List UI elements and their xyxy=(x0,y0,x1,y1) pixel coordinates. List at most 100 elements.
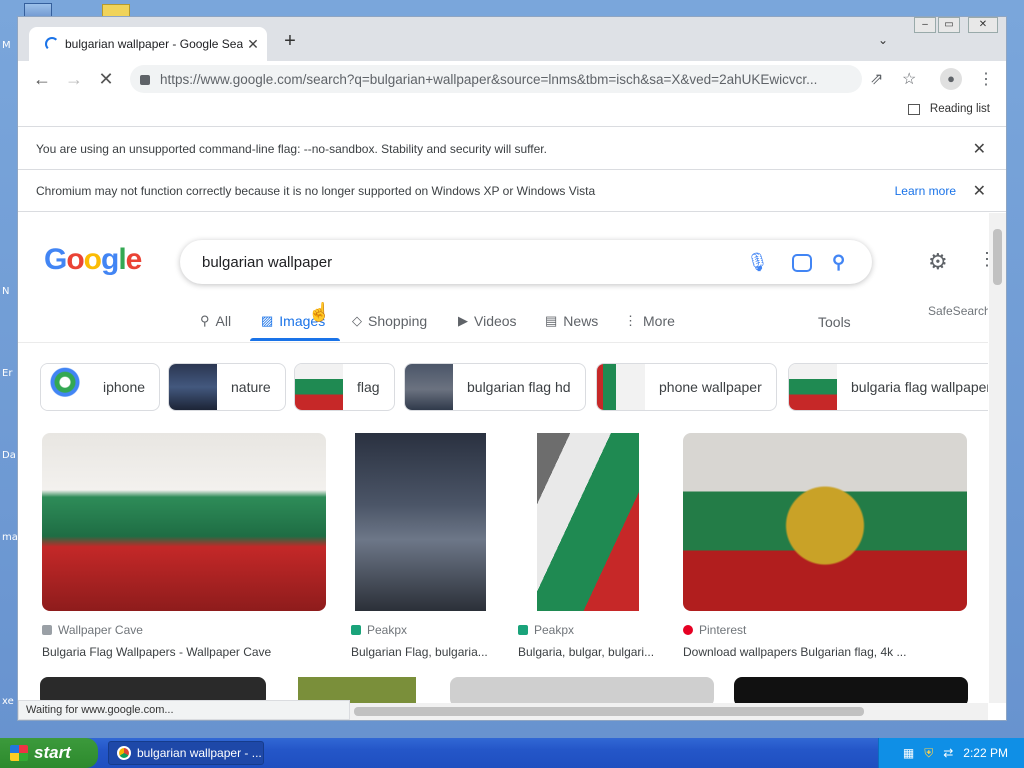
apps-menu-icon[interactable]: ⋮ xyxy=(978,249,988,270)
safesearch-label[interactable]: SafeSearch xyxy=(928,304,988,318)
chip-bulgaria-flag-wallpaper[interactable]: bulgaria flag wallpaper xyxy=(788,363,988,411)
chip-flag[interactable]: flag xyxy=(294,363,395,411)
tab-news[interactable]: ▤ News xyxy=(545,313,598,329)
desktop-label: ma xyxy=(2,532,18,543)
bookmark-star-icon[interactable]: ☆ xyxy=(902,69,916,89)
image-result[interactable]: Peakpx Bulgarian Flag, bulgaria... xyxy=(351,433,491,659)
google-logo[interactable]: Google xyxy=(44,243,142,277)
result-source[interactable]: Peakpx xyxy=(351,623,491,637)
share-icon[interactable]: ⇗ xyxy=(870,69,883,89)
browser-window: bulgarian wallpaper - Google Search ✕ + … xyxy=(17,16,1007,721)
tab-close-icon[interactable]: ✕ xyxy=(243,36,263,53)
tab-all[interactable]: ⚲ All xyxy=(200,313,231,329)
tab-search-chevron-icon[interactable]: ⌄ xyxy=(878,33,888,47)
stop-loading-button[interactable]: ✕ xyxy=(90,69,122,90)
start-button[interactable]: start xyxy=(0,738,98,768)
result-image[interactable] xyxy=(450,677,714,703)
peakpx-favicon-icon xyxy=(518,625,528,635)
image-result[interactable]: Pinterest Download wallpapers Bulgarian … xyxy=(683,433,967,659)
image-icon: ▨ xyxy=(261,313,274,328)
chip-thumbnail xyxy=(597,364,645,410)
search-icon[interactable]: ⚲ xyxy=(832,252,845,273)
tab-strip: bulgarian wallpaper - Google Search ✕ + … xyxy=(18,17,1006,61)
result-image[interactable] xyxy=(537,433,639,611)
related-search-chips: iphone nature flag bulgarian flag hd pho… xyxy=(40,363,988,411)
desktop-label: N xyxy=(2,286,10,297)
close-infobar-icon[interactable]: ✕ xyxy=(973,181,986,201)
video-icon: ▶ xyxy=(458,313,468,328)
browser-menu-icon[interactable]: ⋮ xyxy=(978,69,994,89)
keyboard-icon[interactable]: ▦ xyxy=(903,746,914,760)
result-image[interactable] xyxy=(734,677,968,703)
image-result[interactable]: Wallpaper Cave Bulgaria Flag Wallpapers … xyxy=(42,433,326,659)
result-caption[interactable]: Bulgarian Flag, bulgaria... xyxy=(351,645,491,659)
result-source[interactable]: Wallpaper Cave xyxy=(42,623,326,637)
reading-list-button[interactable]: Reading list xyxy=(907,103,990,115)
network-icon[interactable]: ⇄ xyxy=(943,746,953,760)
security-shield-icon[interactable]: ⛨ xyxy=(924,746,933,761)
close-infobar-icon[interactable]: ✕ xyxy=(973,139,986,159)
active-tab-underline xyxy=(250,338,340,341)
horizontal-scrollbar[interactable] xyxy=(350,703,988,720)
chip-thumbnail xyxy=(405,364,453,410)
maximize-button[interactable]: ▭ xyxy=(938,17,960,33)
minimize-button[interactable]: – xyxy=(914,17,936,33)
result-source-label: Peakpx xyxy=(367,623,408,637)
close-window-button[interactable]: ✕ xyxy=(968,17,998,33)
url-text: https://www.google.com/search?q=bulgaria… xyxy=(160,71,818,87)
chip-phone-wallpaper[interactable]: phone wallpaper xyxy=(596,363,777,411)
chip-thumbnail xyxy=(295,364,343,410)
profile-avatar-icon[interactable]: ● xyxy=(940,68,962,90)
result-caption[interactable]: Bulgaria Flag Wallpapers - Wallpaper Cav… xyxy=(42,645,326,659)
tab-videos[interactable]: ▶ Videos xyxy=(458,313,517,329)
taskbar-chromium-item[interactable]: bulgarian wallpaper - ... xyxy=(108,741,264,765)
result-image[interactable] xyxy=(683,433,967,611)
infobar-sandbox: You are using an unsupported command-lin… xyxy=(18,128,1006,170)
forward-button[interactable]: → xyxy=(58,69,90,90)
camera-search-icon[interactable] xyxy=(792,254,812,272)
infobar-unsupported: Chromium may not function correctly beca… xyxy=(18,170,1006,212)
browser-tab[interactable]: bulgarian wallpaper - Google Search ✕ xyxy=(29,27,267,61)
tab-shopping[interactable]: ◇ Shopping xyxy=(352,313,427,329)
chip-label: nature xyxy=(231,379,271,395)
reading-list-label: Reading list xyxy=(929,103,990,115)
result-caption[interactable]: Download wallpapers Bulgarian flag, 4k .… xyxy=(683,645,967,659)
new-tab-button[interactable]: + xyxy=(280,31,300,51)
result-source-label: Peakpx xyxy=(534,623,575,637)
scroll-thumb[interactable] xyxy=(993,229,1002,285)
scroll-thumb[interactable] xyxy=(354,707,864,716)
search-box[interactable]: bulgarian wallpaper 🎙 ⚲ xyxy=(180,240,872,284)
chromium-icon xyxy=(117,746,131,760)
result-source-label: Pinterest xyxy=(699,623,747,637)
result-source[interactable]: Pinterest xyxy=(683,623,967,637)
learn-more-link[interactable]: Learn more xyxy=(895,184,956,198)
chip-iphone[interactable]: iphone xyxy=(40,363,161,411)
chip-nature[interactable]: nature xyxy=(168,363,286,411)
page-content: Google bulgarian wallpaper 🎙 ⚲ ⚙ ⋮ SafeS… xyxy=(18,213,988,703)
more-dots-icon: ⋮ xyxy=(624,313,637,328)
tools-button[interactable]: Tools xyxy=(818,314,851,330)
voice-search-icon[interactable]: 🎙 xyxy=(746,252,769,273)
tab-more[interactable]: ⋮ More xyxy=(624,313,675,329)
chip-label: phone wallpaper xyxy=(659,379,762,395)
infobar-unsupported-text: Chromium may not function correctly beca… xyxy=(36,183,596,198)
status-bubble: Waiting for www.google.com... xyxy=(18,700,350,720)
taskbar-item-label: bulgarian wallpaper - ... xyxy=(137,746,262,760)
image-result[interactable]: Peakpx Bulgaria, bulgar, bulgari... xyxy=(518,433,660,659)
address-bar[interactable]: https://www.google.com/search?q=bulgaria… xyxy=(130,65,862,93)
tab-all-label: All xyxy=(215,313,232,329)
search-icon: ⚲ xyxy=(200,313,210,328)
chip-bulgarian-flag-hd[interactable]: bulgarian flag hd xyxy=(404,363,586,411)
result-source[interactable]: Peakpx xyxy=(518,623,660,637)
settings-gear-icon[interactable]: ⚙ xyxy=(928,249,948,275)
result-image[interactable] xyxy=(42,433,326,611)
maps-pin-icon xyxy=(41,364,89,410)
back-button[interactable]: ← xyxy=(26,69,58,90)
result-image[interactable] xyxy=(355,433,486,611)
search-input[interactable]: bulgarian wallpaper xyxy=(202,254,872,271)
vertical-scrollbar[interactable] xyxy=(989,213,1006,703)
tab-more-label: More xyxy=(643,313,675,329)
tab-title: bulgarian wallpaper - Google Search xyxy=(65,37,243,51)
clock[interactable]: 2:22 PM xyxy=(963,746,1008,760)
result-caption[interactable]: Bulgaria, bulgar, bulgari... xyxy=(518,645,660,659)
